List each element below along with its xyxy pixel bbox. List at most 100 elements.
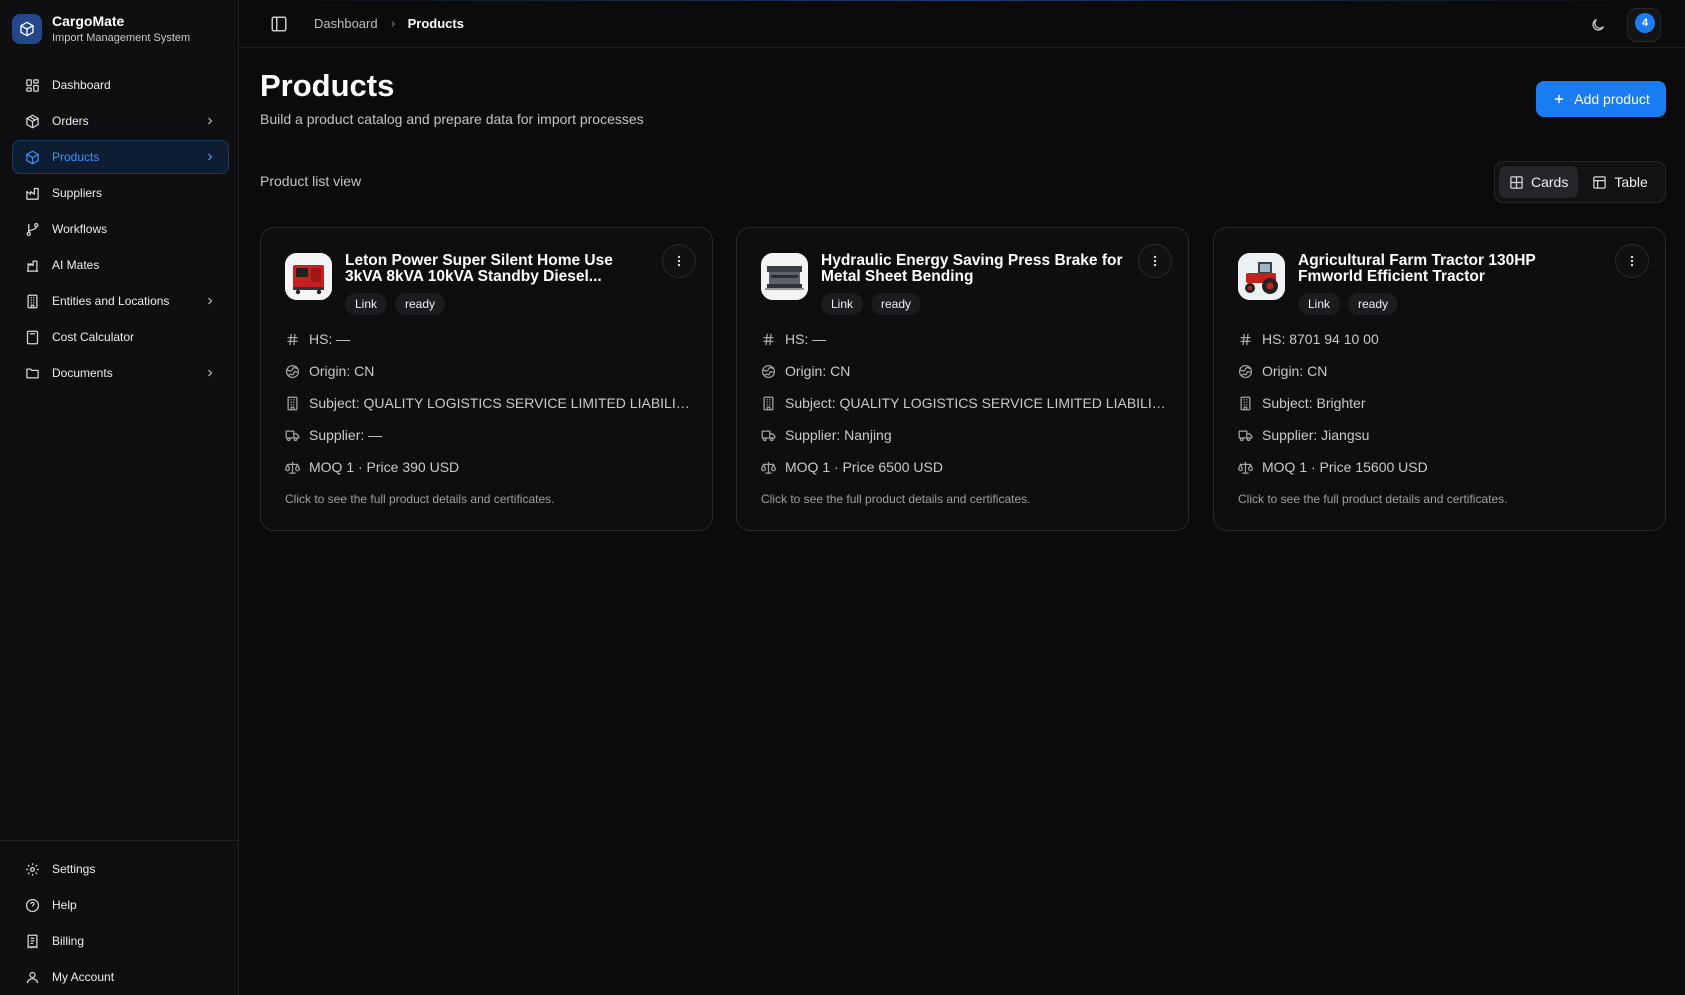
sidebar-item-label: My Account xyxy=(52,970,115,984)
breadcrumb-dashboard[interactable]: Dashboard xyxy=(314,16,378,31)
hs-code-row: HS: — xyxy=(761,323,1166,355)
moq-price-row: MOQ 1 · Price 390 USD xyxy=(285,451,690,483)
product-card[interactable]: Hydraulic Energy Saving Press Brake for … xyxy=(736,227,1189,531)
top-bar: Dashboard Products 4 xyxy=(239,0,1685,48)
sidebar-item-label: Workflows xyxy=(52,222,108,236)
plus-icon xyxy=(1552,92,1566,106)
chevron-right-icon xyxy=(204,115,216,127)
list-view-label: Product list view xyxy=(260,173,362,189)
supplier-row: Supplier: — xyxy=(285,419,690,451)
box-icon xyxy=(24,113,40,129)
moon-icon[interactable] xyxy=(1590,17,1606,33)
supplier-text: Supplier: — xyxy=(309,427,383,443)
product-title: Hydraulic Energy Saving Press Brake for … xyxy=(821,253,1123,285)
product-thumbnail-tractor xyxy=(1238,253,1285,300)
sidebar-item-label: Documents xyxy=(52,366,113,380)
view-table-label: Table xyxy=(1614,174,1648,190)
globe-icon xyxy=(285,364,300,379)
sidebar-item-label: Dashboard xyxy=(52,78,111,92)
product-card[interactable]: Leton Power Super Silent Home Use 3kVA 8… xyxy=(260,227,713,531)
sidebar-item-settings[interactable]: Settings xyxy=(12,852,229,886)
package-icon xyxy=(24,149,40,165)
building-icon xyxy=(24,293,40,309)
product-thumbnail-generator xyxy=(285,253,332,300)
sidebar-item-dashboard[interactable]: Dashboard xyxy=(12,68,229,102)
page-subtitle: Build a product catalog and prepare data… xyxy=(260,111,644,127)
chevron-right-icon xyxy=(204,151,216,163)
sidebar-item-label: Cost Calculator xyxy=(52,330,135,344)
notifications-button[interactable]: 4 xyxy=(1627,8,1661,42)
sidebar: CargoMate Import Management System Dashb… xyxy=(0,0,239,995)
link-tag[interactable]: Link xyxy=(821,293,864,315)
hs-code-text: HS: — xyxy=(309,331,351,347)
subject-row: Subject: QUALITY LOGISTICS SERVICE LIMIT… xyxy=(761,387,1166,419)
breadcrumb: Dashboard Products xyxy=(314,16,464,31)
globe-icon xyxy=(761,364,776,379)
sidebar-item-suppliers[interactable]: Suppliers xyxy=(12,176,229,210)
sidebar-item-label: Orders xyxy=(52,114,89,128)
link-tag[interactable]: Link xyxy=(1298,293,1341,315)
sidebar-item-billing[interactable]: Billing xyxy=(12,924,229,958)
scale-icon xyxy=(1238,460,1253,475)
view-table-button[interactable]: Table xyxy=(1582,166,1657,198)
hash-icon xyxy=(1238,332,1253,347)
sidebar-toggle-icon[interactable] xyxy=(270,15,288,33)
sidebar-item-help[interactable]: Help xyxy=(12,888,229,922)
chevron-right-icon xyxy=(204,367,216,379)
sidebar-item-ai-mates[interactable]: AI Mates xyxy=(12,248,229,282)
view-cards-label: Cards xyxy=(1531,174,1569,190)
dashboard-icon xyxy=(24,77,40,93)
sidebar-item-documents[interactable]: Documents xyxy=(12,356,229,390)
more-vertical-icon[interactable] xyxy=(1615,244,1649,278)
supplier-text: Supplier: Jiangsu xyxy=(1262,427,1370,443)
product-card[interactable]: Agricultural Farm Tractor 130HP Fmworld … xyxy=(1213,227,1666,531)
add-product-label: Add product xyxy=(1574,91,1650,107)
breadcrumb-current: Products xyxy=(407,16,464,31)
origin-row: Origin: CN xyxy=(761,355,1166,387)
supplier-text: Supplier: Nanjing xyxy=(785,427,892,443)
sidebar-item-products[interactable]: Products xyxy=(12,140,229,174)
sidebar-item-label: Entities and Locations xyxy=(52,294,170,308)
chevron-right-icon xyxy=(204,295,216,307)
moq-price-text: MOQ 1 · Price 6500 USD xyxy=(785,459,943,475)
product-title: Leton Power Super Silent Home Use 3kVA 8… xyxy=(345,253,613,285)
app-name: CargoMate xyxy=(52,13,125,29)
cube-logo-icon xyxy=(12,14,42,44)
more-vertical-icon[interactable] xyxy=(662,244,696,278)
truck-icon xyxy=(285,428,300,443)
gear-icon xyxy=(24,861,40,877)
sidebar-item-workflows[interactable]: Workflows xyxy=(12,212,229,246)
user-icon xyxy=(24,969,40,985)
sidebar-item-entities-and-locations[interactable]: Entities and Locations xyxy=(12,284,229,318)
sidebar-item-label: Suppliers xyxy=(52,186,103,200)
subject-row: Subject: Brighter xyxy=(1238,387,1643,419)
folder-icon xyxy=(24,365,40,381)
sidebar-item-label: Products xyxy=(52,150,100,164)
status-badge: ready xyxy=(871,293,922,315)
sidebar-divider xyxy=(0,840,239,841)
origin-text: Origin: CN xyxy=(309,363,375,379)
add-product-button[interactable]: Add product xyxy=(1536,81,1666,117)
sidebar-item-my-account[interactable]: My Account xyxy=(12,960,229,994)
more-vertical-icon[interactable] xyxy=(1138,244,1172,278)
sidebar-item-cost-calculator[interactable]: Cost Calculator xyxy=(12,320,229,354)
calculator-icon xyxy=(24,329,40,345)
sidebar-nav: Dashboard Orders Products Suppliers Work… xyxy=(12,68,229,392)
subject-text: Subject: QUALITY LOGISTICS SERVICE LIMIT… xyxy=(785,395,1166,411)
subject-text: Subject: Brighter xyxy=(1262,395,1366,411)
sidebar-item-label: Billing xyxy=(52,934,85,948)
origin-text: Origin: CN xyxy=(1262,363,1328,379)
building-icon xyxy=(285,396,300,411)
hs-code-text: HS: 8701 94 10 00 xyxy=(1262,331,1379,347)
link-tag[interactable]: Link xyxy=(345,293,388,315)
sidebar-bottom-nav: Settings Help Billing My Account xyxy=(12,852,229,995)
card-hint: Click to see the full product details an… xyxy=(285,492,555,506)
sidebar-item-orders[interactable]: Orders xyxy=(12,104,229,138)
globe-icon xyxy=(1238,364,1253,379)
hash-icon xyxy=(285,332,300,347)
status-badge: ready xyxy=(1348,293,1399,315)
brand[interactable]: CargoMate Import Management System xyxy=(12,13,190,45)
status-badge: ready xyxy=(395,293,446,315)
view-cards-button[interactable]: Cards xyxy=(1499,166,1579,198)
app-subtitle: Import Management System xyxy=(52,32,191,44)
